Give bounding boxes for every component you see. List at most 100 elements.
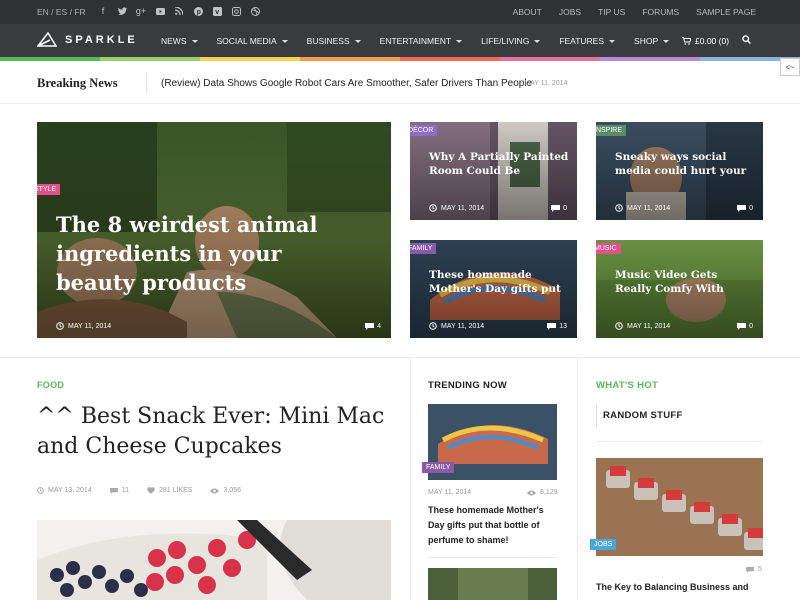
- top-link-sample-page[interactable]: SAMPLE PAGE: [696, 7, 756, 17]
- featured-post-inspire[interactable]: INSPIRE Sneaky ways social media could h…: [596, 122, 763, 220]
- comment-icon: [109, 487, 118, 494]
- featured-post-music[interactable]: MUSIC Music Video Gets Really Comfy With…: [596, 240, 763, 338]
- svg-text:p: p: [196, 9, 200, 16]
- category-badge[interactable]: MUSIC: [596, 243, 621, 254]
- comment-icon: [547, 323, 557, 330]
- featured-main-title[interactable]: The 8 weirdest animal ingredients in you…: [56, 210, 346, 297]
- category-badge[interactable]: FAMILY: [422, 462, 455, 473]
- nav-item-business[interactable]: BUSINESS: [307, 36, 361, 46]
- article-date: MAY 13, 2014: [37, 487, 92, 494]
- comment-icon: [746, 566, 754, 573]
- featured-post-decor[interactable]: DÉCOR Why A Partially Painted Room Could…: [410, 122, 577, 220]
- list-divider: [596, 441, 763, 442]
- cart-button[interactable]: £0.00 (0): [682, 36, 729, 46]
- comment-count[interactable]: 13: [547, 323, 567, 330]
- nav-item-label: NEWS: [161, 36, 187, 46]
- nav-item-entertainment[interactable]: ENTERTAINMENT: [379, 36, 463, 46]
- twitter-icon[interactable]: [117, 5, 127, 17]
- featured-post-title[interactable]: Why A Partially Painted Room Could Be: [429, 150, 569, 178]
- subheading-bar: [596, 404, 597, 428]
- post-date: MAY 11, 2014: [56, 322, 111, 330]
- chevron-down-icon: [609, 39, 616, 43]
- nav-item-life-living[interactable]: LIFE/LIVING: [481, 36, 541, 46]
- category-badge[interactable]: JOBS: [590, 539, 617, 550]
- trending-post-image-2[interactable]: [428, 568, 557, 600]
- instagram-icon[interactable]: [231, 5, 241, 17]
- comment-count[interactable]: 0: [737, 205, 753, 212]
- nav-item-label: ENTERTAINMENT: [379, 36, 452, 46]
- category-badge[interactable]: FAMILY: [410, 243, 437, 254]
- comment-count[interactable]: 0: [551, 205, 567, 212]
- whats-hot-heading: WHAT'S HOT: [596, 380, 659, 391]
- top-link-jobs[interactable]: JOBS: [559, 7, 581, 17]
- nav-item-news[interactable]: NEWS: [161, 36, 198, 46]
- article-category[interactable]: FOOD: [37, 380, 64, 390]
- facebook-icon[interactable]: f: [98, 5, 108, 17]
- svg-text:v: v: [215, 9, 219, 16]
- googleplus-icon[interactable]: g+: [136, 5, 146, 17]
- post-date-text: MAY 11, 2014: [68, 322, 112, 330]
- featured-post-title[interactable]: Music Video Gets Really Comfy With: [615, 268, 755, 296]
- top-link-about[interactable]: ABOUT: [513, 7, 542, 17]
- whats-hot-post-image[interactable]: [596, 458, 763, 556]
- nav-item-label: LIFE/LIVING: [481, 36, 530, 46]
- featured-main-post[interactable]: STYLE The 8 weirdest animal ingredients …: [37, 122, 391, 338]
- rss-icon[interactable]: [174, 5, 184, 17]
- youtube-icon[interactable]: [155, 5, 165, 17]
- article-meta: MAY 13, 2014 11 281 LIKES 3,056: [37, 487, 241, 494]
- comment-icon: [365, 323, 375, 330]
- whats-hot-comments[interactable]: 5: [746, 566, 762, 573]
- breaking-news-bar: Breaking News (Review) Data Shows Google…: [0, 61, 800, 104]
- nav-item-social-media[interactable]: SOCIAL MEDIA: [217, 36, 288, 46]
- clock-icon: [56, 322, 64, 330]
- comment-count[interactable]: 4: [365, 323, 381, 330]
- social-icons: f g+ p v: [98, 5, 260, 17]
- top-link-tip-us[interactable]: TIP US: [598, 7, 625, 17]
- breaking-news-headline[interactable]: (Review) Data Shows Google Robot Cars Ar…: [161, 78, 532, 89]
- chevron-down-icon: [281, 39, 288, 43]
- trending-post-title[interactable]: These homemade Mother's Day gifts put th…: [428, 503, 558, 548]
- clock-icon: [615, 204, 623, 212]
- post-date: MAY 11, 2014: [429, 322, 484, 330]
- nav-item-label: FEATURES: [559, 36, 605, 46]
- article-views-text: 3,056: [223, 487, 241, 494]
- post-date: MAY 11, 2014: [615, 204, 670, 212]
- article-likes[interactable]: 281 LIKES: [147, 487, 192, 494]
- whats-hot-post-title[interactable]: The Key to Balancing Business and: [596, 580, 763, 595]
- column-divider: [410, 357, 411, 600]
- language-switcher[interactable]: EN / ES / FR: [37, 7, 86, 17]
- category-badge[interactable]: DÉCOR: [410, 125, 438, 136]
- comment-count-text: 0: [749, 205, 753, 212]
- chevron-down-icon: [456, 39, 463, 43]
- dribbble-icon[interactable]: [250, 5, 260, 17]
- vimeo-icon[interactable]: v: [212, 5, 222, 17]
- article-views: 3,056: [210, 487, 241, 494]
- featured-post-family[interactable]: FAMILY These homemade Mother's Day gifts…: [410, 240, 577, 338]
- pinterest-icon[interactable]: p: [193, 5, 203, 17]
- main-menu: NEWS SOCIAL MEDIA BUSINESS ENTERTAINMENT…: [161, 36, 670, 46]
- comment-icon: [551, 205, 561, 212]
- trending-post-views-text: 8,129: [540, 489, 558, 496]
- top-link-forums[interactable]: FORUMS: [642, 7, 679, 17]
- post-date: MAY 11, 2014: [429, 204, 484, 212]
- article-comments[interactable]: 11: [109, 487, 129, 494]
- breaking-news-label: Breaking News: [37, 76, 118, 90]
- brand-name: SPARKLE: [65, 34, 138, 46]
- featured-post-title[interactable]: Sneaky ways social media could hurt your: [615, 150, 755, 178]
- chevron-down-icon: [354, 39, 361, 43]
- category-badge[interactable]: STYLE: [37, 184, 61, 195]
- nav-search-button[interactable]: [742, 35, 752, 46]
- post-date: MAY 11, 2014: [615, 322, 670, 330]
- nav-item-features[interactable]: FEATURES: [559, 36, 616, 46]
- featured-post-title[interactable]: These homemade Mother's Day gifts put: [429, 268, 569, 296]
- article-image[interactable]: [37, 520, 391, 600]
- article-title[interactable]: ^^ Best Snack Ever: Mini Mac and Cheese …: [37, 402, 387, 462]
- nav-item-label: SHOP: [634, 36, 659, 46]
- nav-item-shop[interactable]: SHOP: [634, 36, 670, 46]
- category-badge[interactable]: INSPIRE: [596, 125, 627, 136]
- comment-count[interactable]: 0: [737, 323, 753, 330]
- random-stuff-heading[interactable]: RANDOM STUFF: [603, 410, 683, 421]
- logo[interactable]: SPARKLE: [37, 32, 138, 48]
- comment-icon: [737, 205, 747, 212]
- post-date-text: MAY 11, 2014: [627, 322, 671, 330]
